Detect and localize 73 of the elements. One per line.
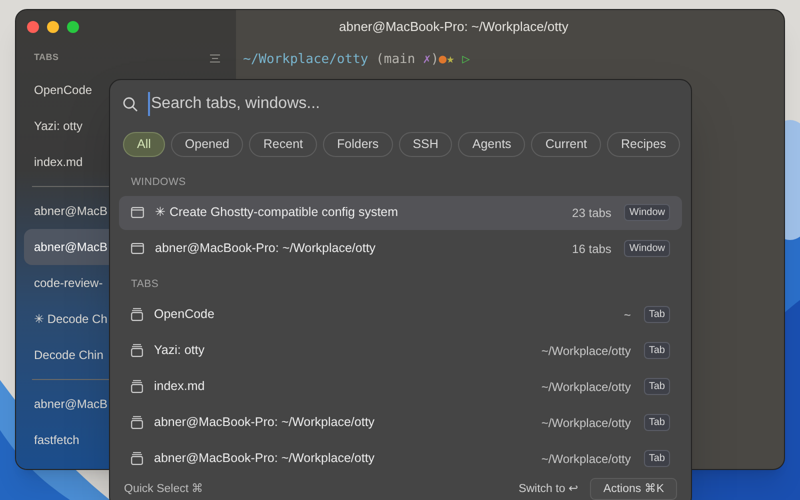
sidebar-tab[interactable]: code-review- [24, 265, 110, 301]
section-heading: WINDOWS [131, 174, 186, 190]
result-row[interactable]: Yazi: otty ~/Workplace/otty Tab [119, 334, 682, 368]
result-title: abner@MacBook-Pro: ~/Workplace/otty [155, 240, 376, 258]
window-icon [131, 243, 144, 254]
window-icon [131, 207, 144, 218]
footer-hint: Quick Select ⌘ [124, 482, 204, 497]
actions-button[interactable]: Actions ⌘K [590, 478, 677, 500]
prompt-text: ~/Workplace/otty [243, 52, 368, 67]
filter-chip[interactable]: Recent [249, 132, 317, 157]
kind-badge: Tab [644, 378, 670, 396]
sidebar-tab[interactable]: ✳ Decode Ch [24, 301, 110, 337]
filter-chip[interactable]: SSH [398, 132, 452, 157]
kind-badge: Tab [644, 450, 670, 468]
result-detail: ~/Workplace/otty [541, 378, 631, 396]
close-button[interactable] [27, 21, 39, 33]
prompt-text: ✗ [423, 52, 431, 67]
tab-stack-icon [131, 344, 143, 358]
kind-badge: Tab [644, 414, 670, 432]
kind-badge: Tab [644, 306, 670, 324]
minimize-button[interactable] [47, 21, 59, 33]
result-row[interactable]: ✳ Create Ghostty-compatible config system 23 tabs Window [119, 196, 682, 230]
tab-stack-icon [131, 380, 143, 394]
search-icon [123, 96, 138, 112]
prompt-text: (main [375, 52, 416, 67]
sidebar-heading: TABS [34, 51, 59, 64]
zoom-button[interactable] [67, 21, 79, 33]
result-detail: 16 tabs [572, 240, 612, 258]
result-title: OpenCode [154, 306, 214, 324]
result-detail: 23 tabs [572, 204, 612, 222]
sidebar-tab[interactable]: fastfetch [24, 422, 110, 458]
filter-chip[interactable]: All [123, 132, 165, 157]
kind-badge: Window [624, 204, 670, 222]
sidebar-tab[interactable]: Decode Chin [24, 337, 110, 373]
tab-stack-icon [131, 308, 143, 322]
prompt-text: ★ [446, 52, 454, 67]
sidebar-tab[interactable]: Yazi: otty [24, 108, 110, 144]
filter-chip[interactable]: Agents [458, 132, 526, 157]
result-row[interactable]: abner@MacBook-Pro: ~/Workplace/otty 16 tabs Window [119, 232, 682, 266]
filter-chip[interactable]: Current [531, 132, 601, 157]
sidebar-tab[interactable]: index.md [24, 144, 110, 180]
switch-hint: Switch to ↩ [518, 482, 578, 497]
result-title: index.md [154, 378, 205, 396]
filter-chip[interactable]: Folders [323, 132, 393, 157]
prompt-text: ) [430, 52, 439, 67]
result-title: abner@MacBook-Pro: ~/Workplace/otty [154, 450, 375, 468]
result-detail: ~/Workplace/otty [541, 414, 631, 432]
result-detail: ~ [624, 306, 631, 324]
result-detail: ~/Workplace/otty [541, 342, 631, 360]
tab-stack-icon [131, 416, 143, 430]
result-row[interactable]: OpenCode ~ Tab [119, 298, 682, 332]
result-title: abner@MacBook-Pro: ~/Workplace/otty [154, 414, 375, 432]
sidebar-tab[interactable]: abner@MacB [24, 386, 110, 422]
kind-badge: Tab [644, 342, 670, 360]
result-row[interactable]: abner@MacBook-Pro: ~/Workplace/otty ~/Workplace/otty Tab [119, 406, 682, 440]
menu-icon[interactable] [210, 54, 220, 62]
result-detail: ~/Workplace/otty [541, 450, 631, 468]
sidebar-tab[interactable]: abner@MacB [24, 193, 110, 229]
tab-stack-icon [131, 452, 143, 466]
kind-badge: Window [624, 240, 670, 258]
result-row[interactable]: abner@MacBook-Pro: ~/Workplace/otty ~/Workplace/otty Tab [119, 442, 682, 476]
result-title: ✳ Create Ghostty-compatible config system [155, 204, 398, 222]
sidebar-tab[interactable]: OpenCode [24, 72, 110, 108]
result-row[interactable]: index.md ~/Workplace/otty Tab [119, 370, 682, 404]
filter-chip[interactable]: Recipes [607, 132, 680, 157]
section-heading: TABS [131, 276, 159, 292]
result-title: Yazi: otty [154, 342, 204, 360]
search-field[interactable]: Search tabs, windows... [148, 92, 676, 116]
window-title: abner@MacBook-Pro: ~/Workplace/otty [339, 18, 568, 36]
prompt-text: ▷ [461, 52, 470, 67]
filter-chip[interactable]: Opened [170, 132, 244, 157]
sidebar-tab[interactable]: abner@MacB [24, 229, 110, 265]
prompt-text: ● [438, 52, 447, 67]
